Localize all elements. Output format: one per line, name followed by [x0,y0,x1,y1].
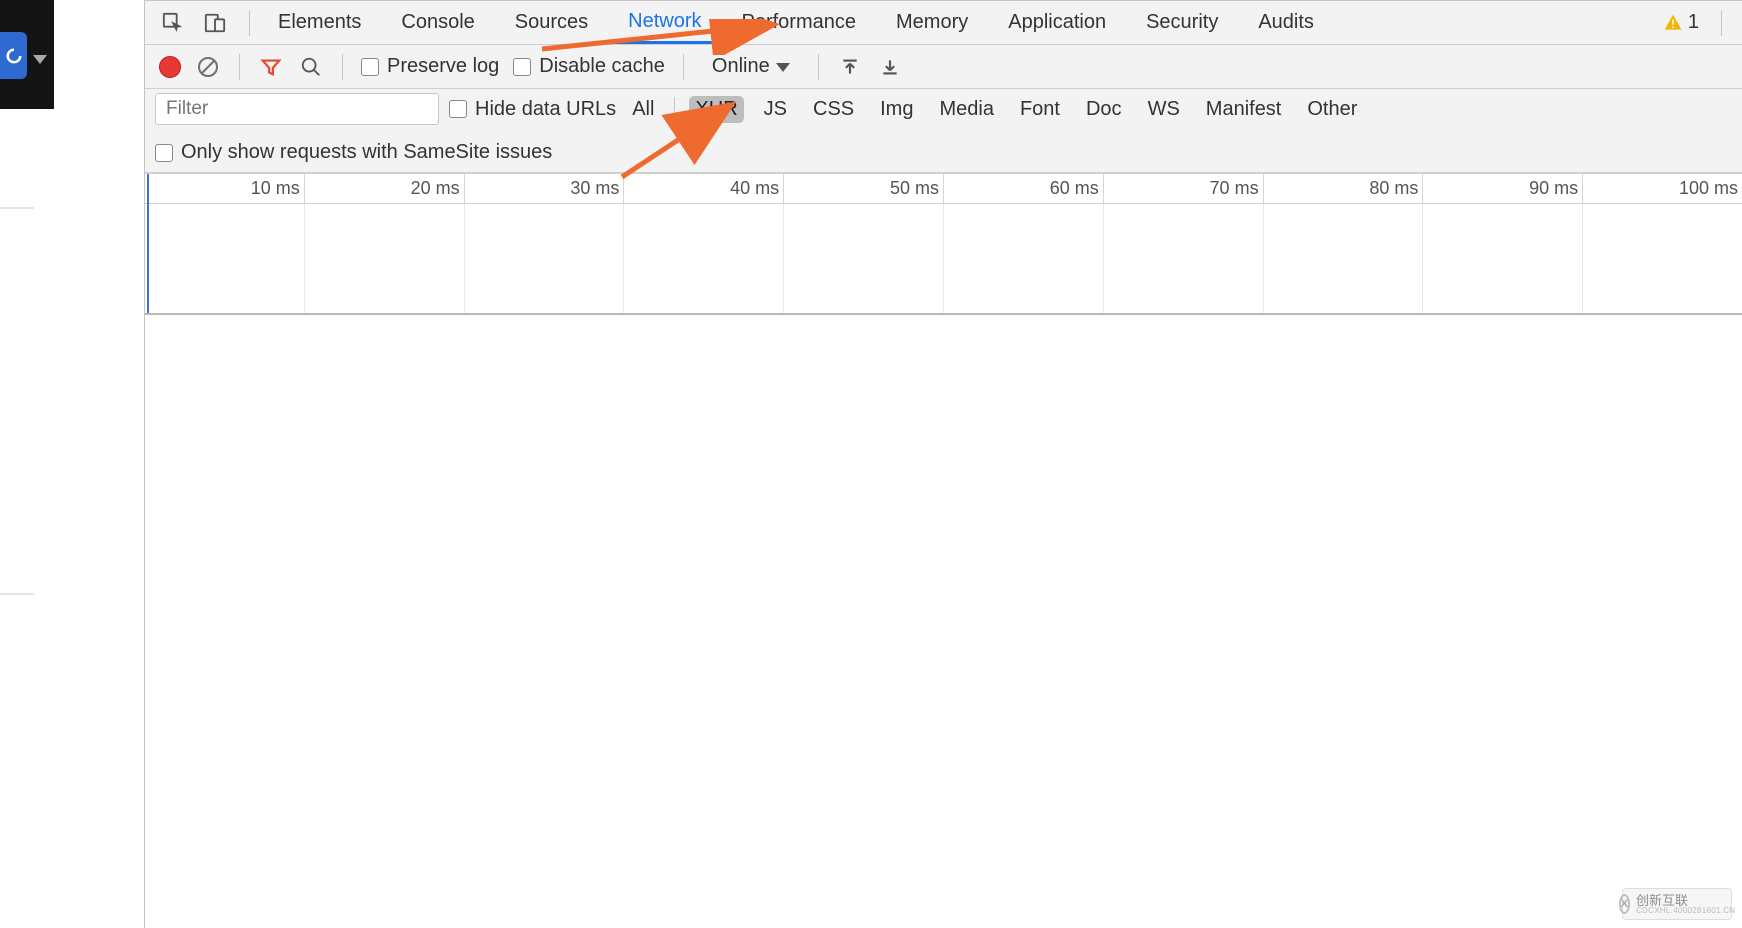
separator [1721,10,1722,36]
preserve-log-toggle[interactable]: Preserve log [361,55,499,78]
devtools-panel: Elements Console Sources Network Perform… [145,0,1742,928]
timeline-ruler: 10 ms 20 ms 30 ms 40 ms 50 ms 60 ms 70 m… [145,174,1742,204]
tab-memory[interactable]: Memory [876,1,988,44]
network-request-list [145,315,1742,928]
tab-elements[interactable]: Elements [258,1,381,44]
tick-label: 20 ms [411,178,460,199]
checkbox-icon [513,58,531,76]
disable-cache-toggle[interactable]: Disable cache [513,55,665,78]
hide-data-urls-toggle[interactable]: Hide data URLs [449,98,616,121]
tick-label: 30 ms [570,178,619,199]
search-icon[interactable] [298,54,324,80]
separator [239,54,240,80]
tick-label: 70 ms [1210,178,1259,199]
preserve-log-label: Preserve log [387,55,499,78]
import-har-icon[interactable] [837,54,863,80]
type-media[interactable]: Media [933,96,999,123]
type-img[interactable]: Img [874,96,919,123]
tab-performance[interactable]: Performance [722,1,877,44]
watermark-text-cn: 创新互联 [1636,894,1735,907]
throttling-selected-value: Online [712,55,770,78]
separator [249,10,250,36]
separator [683,54,684,80]
clear-button[interactable] [195,54,221,80]
type-doc[interactable]: Doc [1080,96,1128,123]
page-separator [0,207,34,209]
inspect-element-icon[interactable] [157,7,189,39]
type-font[interactable]: Font [1014,96,1066,123]
resource-type-filter: All XHR JS CSS Img Media Font Doc WS Man… [626,96,1363,123]
watermark-badge: X 创新互联 CDCXHL.4000281601.CN [1622,888,1732,920]
disable-cache-label: Disable cache [539,55,665,78]
type-other[interactable]: Other [1301,96,1363,123]
export-har-icon[interactable] [877,54,903,80]
throttling-select[interactable]: Online [702,51,800,83]
hide-data-urls-label: Hide data URLs [475,98,616,121]
type-all[interactable]: All [626,96,660,123]
tick-label: 60 ms [1050,178,1099,199]
tick-label: 10 ms [251,178,300,199]
separator [818,54,819,80]
network-timeline-overview[interactable]: 10 ms 20 ms 30 ms 40 ms 50 ms 60 ms 70 m… [145,173,1742,315]
tab-sources[interactable]: Sources [495,1,608,44]
watermark-logo-icon: X [1619,894,1630,914]
type-ws[interactable]: WS [1142,96,1186,123]
filter-input[interactable] [155,93,439,125]
tick-label: 40 ms [730,178,779,199]
checkbox-icon [155,144,173,162]
tick-label: 90 ms [1529,178,1578,199]
watermark-text-en: CDCXHL.4000281601.CN [1636,907,1735,915]
page-separator [0,593,34,595]
tick-label: 100 ms [1679,178,1738,199]
type-css[interactable]: CSS [807,96,860,123]
tab-audits[interactable]: Audits [1238,1,1334,44]
page-left-strip [0,0,145,928]
tab-network[interactable]: Network [608,1,721,44]
type-xhr[interactable]: XHR [689,96,743,123]
tab-security[interactable]: Security [1126,1,1238,44]
devtools-tabs-row: Elements Console Sources Network Perform… [145,1,1742,45]
devtools-tabs: Elements Console Sources Network Perform… [258,1,1334,44]
tick-label: 50 ms [890,178,939,199]
checkbox-icon [449,100,467,118]
tick-label: 80 ms [1369,178,1418,199]
separator [674,97,675,121]
issues-badge[interactable]: 1 [1655,11,1707,34]
device-toolbar-icon[interactable] [199,7,231,39]
network-filter-bar: Hide data URLs All XHR JS CSS Img Media … [145,89,1742,173]
type-manifest[interactable]: Manifest [1200,96,1288,123]
filter-icon[interactable] [258,54,284,80]
tab-console[interactable]: Console [381,1,494,44]
separator [342,54,343,80]
record-button[interactable] [159,56,181,78]
tab-application[interactable]: Application [988,1,1126,44]
issues-count: 1 [1688,11,1699,34]
samesite-toggle[interactable]: Only show requests with SameSite issues [155,141,552,164]
type-js[interactable]: JS [758,96,793,123]
page-blue-widget[interactable] [0,32,27,79]
timeline-cursor [147,174,149,313]
checkbox-icon [361,58,379,76]
page-dropdown-caret-icon[interactable] [33,55,47,64]
timeline-grid [145,204,1742,313]
network-toolbar: Preserve log Disable cache Online [145,45,1742,89]
samesite-label: Only show requests with SameSite issues [181,141,552,164]
